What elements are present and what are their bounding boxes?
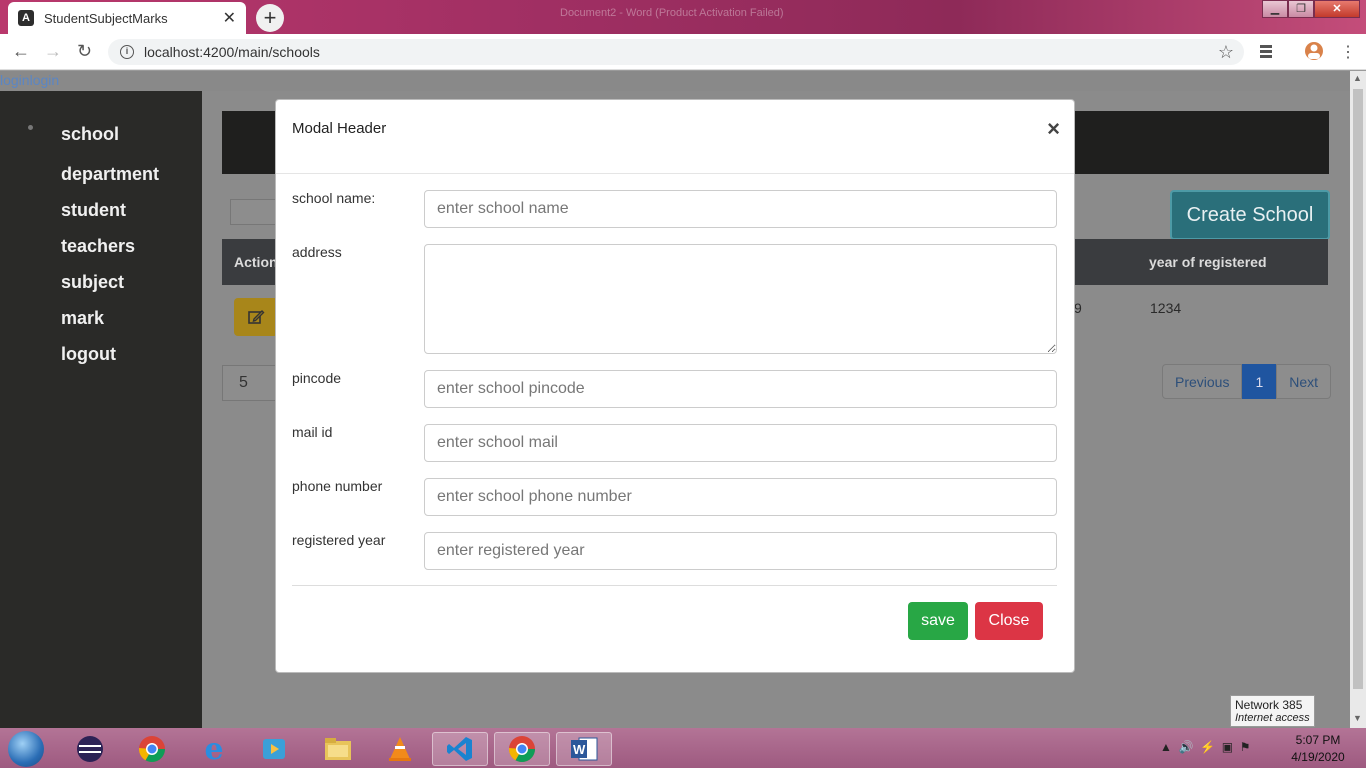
search-input[interactable]	[230, 199, 280, 225]
pincode-input[interactable]	[424, 370, 1057, 408]
column-header-year: year of registered	[1149, 254, 1267, 270]
bookmark-star-icon[interactable]: ☆	[1218, 42, 1234, 63]
close-button[interactable]: Close	[975, 602, 1043, 640]
network-tooltip: Network 385 Internet access	[1230, 695, 1315, 727]
modal-title: Modal Header	[292, 120, 387, 137]
extension-icon[interactable]	[1258, 43, 1274, 59]
sidebar-item-student[interactable]: student	[61, 200, 126, 221]
profile-avatar-icon[interactable]	[1304, 41, 1324, 61]
new-tab-button[interactable]: +	[256, 4, 284, 32]
file-explorer-icon[interactable]	[310, 732, 366, 766]
system-tray-icons[interactable]: ▲ 🔊 ⚡ ▣ ⚑	[1160, 740, 1251, 754]
pincode-label: pincode	[292, 370, 342, 386]
sidebar-item-department[interactable]: department	[61, 164, 159, 185]
column-header-action: Action	[234, 254, 278, 270]
chrome-icon[interactable]	[124, 732, 180, 766]
current-page-button[interactable]: 1	[1242, 364, 1277, 399]
login-link[interactable]: loginlogin	[0, 72, 59, 88]
sidebar-item-mark[interactable]: mark	[61, 308, 104, 329]
page-scrollbar[interactable]: ▲ ▼	[1350, 71, 1366, 728]
chrome-active-icon[interactable]	[494, 732, 550, 766]
sidebar-bullet	[28, 125, 33, 130]
back-icon[interactable]: ←	[12, 41, 30, 62]
phone-number-label: phone number	[292, 478, 383, 494]
sidebar-item-school[interactable]: school	[61, 124, 119, 145]
clock-time: 5:07 PM	[1295, 733, 1341, 747]
registered-year-label: registered year	[292, 532, 386, 548]
school-name-label: school name:	[292, 190, 376, 206]
browser-tab[interactable]: A StudentSubjectMarks ✕	[8, 2, 246, 34]
taskbar: e W ▲ 🔊 ⚡ ▣ ⚑ 5:07 PM 4/19/2020	[0, 728, 1366, 768]
school-name-input[interactable]	[424, 190, 1057, 228]
phone-number-input[interactable]	[424, 478, 1057, 516]
address-textarea[interactable]	[424, 244, 1057, 354]
browser-menu-icon[interactable]: ⋮	[1340, 42, 1356, 62]
modal-header: Modal Header ×	[276, 100, 1074, 174]
vlc-icon[interactable]	[372, 732, 428, 766]
internet-explorer-icon[interactable]: e	[186, 732, 242, 767]
sidebar-item-teachers[interactable]: teachers	[61, 236, 135, 257]
eclipse-icon[interactable]	[62, 732, 118, 766]
school-modal: Modal Header × school name: address pinc…	[275, 99, 1075, 673]
address-label: address	[292, 244, 342, 260]
tab-title: StudentSubjectMarks	[44, 10, 168, 26]
address-bar: ← → ↻ i localhost:4200/main/schools ☆ ⋮	[0, 34, 1366, 70]
svg-text:W: W	[573, 742, 586, 757]
sidebar: school department student teachers subje…	[0, 91, 202, 728]
scroll-up-icon[interactable]: ▲	[1353, 73, 1362, 83]
next-page-button[interactable]: Next	[1276, 364, 1332, 399]
vscode-icon[interactable]	[432, 732, 488, 766]
scroll-down-icon[interactable]: ▼	[1353, 713, 1362, 723]
mail-id-label: mail id	[292, 424, 333, 440]
clock[interactable]: 5:07 PM 4/19/2020	[1290, 733, 1346, 764]
pagination: Previous 1 Next	[1162, 364, 1332, 399]
url-text: localhost:4200/main/schools	[144, 44, 320, 60]
save-button[interactable]: save	[908, 602, 968, 640]
sidebar-item-subject[interactable]: subject	[61, 272, 124, 293]
mail-id-input[interactable]	[424, 424, 1057, 462]
maximize-button[interactable]: ❐	[1288, 0, 1314, 18]
tooltip-subtitle: Internet access	[1235, 712, 1310, 724]
page-size-select[interactable]: 5	[222, 365, 278, 401]
previous-page-button[interactable]: Previous	[1162, 364, 1243, 399]
url-input[interactable]: i localhost:4200/main/schools ☆	[108, 39, 1244, 65]
scroll-thumb[interactable]	[1353, 89, 1363, 689]
modal-close-icon[interactable]: ×	[1047, 116, 1060, 142]
browser-titlebar: A StudentSubjectMarks ✕ + Document2 - Wo…	[0, 0, 1366, 34]
clock-date: 4/19/2020	[1291, 750, 1345, 764]
info-icon[interactable]: i	[120, 45, 134, 59]
table-cell-partial: 9	[1074, 300, 1082, 316]
table-cell-year: 1234	[1150, 300, 1182, 316]
forward-icon[interactable]: →	[44, 41, 62, 62]
reload-icon[interactable]: ↻	[77, 41, 92, 62]
modal-divider	[292, 585, 1057, 586]
background-window-title: Document2 - Word (Product Activation Fai…	[560, 7, 784, 19]
edit-button[interactable]	[234, 298, 278, 336]
start-button[interactable]	[8, 731, 44, 767]
create-school-button[interactable]: Create School	[1170, 190, 1330, 240]
angular-icon: A	[18, 10, 34, 26]
minimize-button[interactable]: ▁	[1262, 0, 1288, 18]
window-controls: ▁ ❐ ✕	[1262, 0, 1360, 18]
media-player-icon[interactable]	[246, 732, 302, 766]
edit-icon	[248, 310, 265, 324]
tab-close-icon[interactable]: ✕	[223, 8, 236, 28]
sidebar-item-logout[interactable]: logout	[61, 344, 116, 365]
word-icon[interactable]: W	[556, 732, 612, 766]
registered-year-input[interactable]	[424, 532, 1057, 570]
window-close-button[interactable]: ✕	[1314, 0, 1360, 18]
tooltip-title: Network 385	[1235, 698, 1303, 712]
